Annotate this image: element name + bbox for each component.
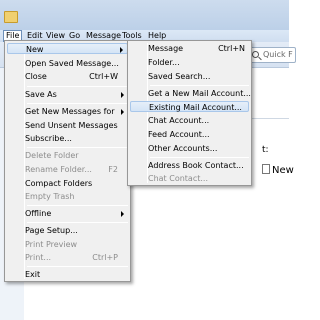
new-menu-get-new-mail-account[interactable]: Get a New Mail Account... xyxy=(130,88,251,99)
file-menu-exit[interactable]: Exit xyxy=(7,269,128,280)
new-menu-message[interactable]: Message Ctrl+N xyxy=(130,43,249,54)
file-menu-close[interactable]: Close Ctrl+W xyxy=(7,71,128,82)
file-menu-close-label: Close xyxy=(25,72,47,81)
file-menu-delete-folder[interactable]: Delete Folder xyxy=(7,150,128,161)
new-menu-chat-account-label: Chat Account... xyxy=(148,116,210,125)
document-icon xyxy=(262,164,270,174)
file-menu-new-label: New xyxy=(26,45,44,54)
search-icon xyxy=(252,51,259,58)
menu-separator xyxy=(27,147,128,148)
file-menu-delete-folder-label: Delete Folder xyxy=(25,151,79,160)
new-menu-feed-account[interactable]: Feed Account... xyxy=(130,129,249,140)
menu-separator xyxy=(27,266,128,267)
file-menu-subscribe[interactable]: Subscribe... xyxy=(7,133,128,144)
file-menu-print[interactable]: Print... Ctrl+P xyxy=(7,252,128,263)
new-submenu: Message Ctrl+N Folder... Saved Search...… xyxy=(127,40,252,186)
new-menu-saved-search[interactable]: Saved Search... xyxy=(130,71,249,82)
file-menu-get-new-messages-label: Get New Messages for xyxy=(25,107,115,116)
new-message-label: New xyxy=(272,165,294,176)
new-menu-other-accounts[interactable]: Other Accounts... xyxy=(130,143,249,154)
file-menu-print-label: Print... xyxy=(25,253,52,262)
new-menu-chat-account[interactable]: Chat Account... xyxy=(130,115,249,126)
new-menu-address-book-contact[interactable]: Address Book Contact... xyxy=(130,160,249,171)
menu-separator xyxy=(27,205,128,206)
file-menu-open-saved-message[interactable]: Open Saved Message... xyxy=(7,58,128,69)
submenu-arrow-icon xyxy=(120,47,123,53)
menu-separator xyxy=(150,85,249,86)
file-menu-send-unsent[interactable]: Send Unsent Messages xyxy=(7,120,128,131)
file-menu-get-new-messages[interactable]: Get New Messages for xyxy=(7,106,128,117)
quick-filter-input[interactable]: Quick F xyxy=(248,47,296,63)
new-menu-chat-contact-label: Chat Contact... xyxy=(148,174,208,183)
new-message-link[interactable]: New xyxy=(262,164,294,176)
submenu-arrow-icon xyxy=(121,92,124,98)
folder-tab-icon[interactable] xyxy=(4,11,18,23)
content-label-fragment: t: xyxy=(262,145,269,155)
file-menu-page-setup[interactable]: Page Setup... xyxy=(7,225,128,236)
new-menu-message-label: Message xyxy=(148,44,184,53)
file-menu-save-as-label: Save As xyxy=(25,90,57,99)
file-menu-close-shortcut: Ctrl+W xyxy=(89,72,118,81)
file-menu-subscribe-label: Subscribe... xyxy=(25,134,72,143)
window-titlebar xyxy=(0,0,289,30)
file-menu-print-preview-label: Print Preview xyxy=(25,240,78,249)
file-menu: New Open Saved Message... Close Ctrl+W S… xyxy=(4,40,131,282)
new-menu-address-book-contact-label: Address Book Contact... xyxy=(148,161,244,170)
file-menu-exit-label: Exit xyxy=(25,270,41,279)
new-menu-message-shortcut: Ctrl+N xyxy=(218,44,245,53)
file-menu-compact-folders[interactable]: Compact Folders xyxy=(7,178,128,189)
new-menu-saved-search-label: Saved Search... xyxy=(148,72,211,81)
new-menu-get-new-mail-account-label: Get a New Mail Account... xyxy=(148,89,251,98)
submenu-arrow-icon xyxy=(121,211,124,217)
new-menu-existing-mail-account[interactable]: Existing Mail Account... xyxy=(130,101,249,112)
new-menu-folder-label: Folder... xyxy=(148,58,180,67)
file-menu-open-saved-message-label: Open Saved Message... xyxy=(25,59,119,68)
new-menu-folder[interactable]: Folder... xyxy=(130,57,249,68)
menu-separator xyxy=(27,222,128,223)
menu-separator xyxy=(27,103,128,104)
new-menu-other-accounts-label: Other Accounts... xyxy=(148,144,218,153)
quick-filter-placeholder: Quick F xyxy=(263,50,293,59)
file-menu-compact-folders-label: Compact Folders xyxy=(25,179,93,188)
file-menu-print-shortcut: Ctrl+P xyxy=(92,253,118,262)
file-menu-offline[interactable]: Offline xyxy=(7,208,128,219)
file-menu-save-as[interactable]: Save As xyxy=(7,89,128,100)
menu-separator xyxy=(27,86,128,87)
submenu-arrow-icon xyxy=(121,109,124,115)
new-menu-chat-contact[interactable]: Chat Contact... xyxy=(130,173,249,184)
file-menu-rename-folder-label: Rename Folder... xyxy=(25,165,92,174)
file-menu-print-preview[interactable]: Print Preview xyxy=(7,239,128,250)
menu-separator xyxy=(150,157,249,158)
new-menu-feed-account-label: Feed Account... xyxy=(148,130,210,139)
new-menu-existing-mail-account-label: Existing Mail Account... xyxy=(149,103,242,112)
file-menu-empty-trash[interactable]: Empty Trash xyxy=(7,191,128,202)
file-menu-empty-trash-label: Empty Trash xyxy=(25,192,75,201)
file-menu-send-unsent-label: Send Unsent Messages xyxy=(25,121,118,130)
file-menu-rename-folder-shortcut: F2 xyxy=(108,165,118,174)
file-menu-page-setup-label: Page Setup... xyxy=(25,226,78,235)
file-menu-new[interactable]: New xyxy=(7,43,128,54)
file-menu-offline-label: Offline xyxy=(25,209,52,218)
file-menu-rename-folder[interactable]: Rename Folder... F2 xyxy=(7,164,128,175)
